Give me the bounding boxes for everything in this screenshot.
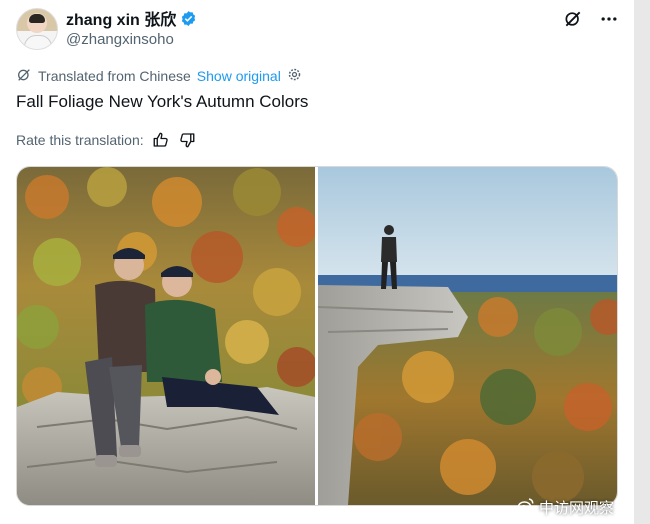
more-icon[interactable] (598, 8, 620, 30)
tweet-text: Fall Foliage New York's Autumn Colors (16, 92, 309, 111)
grok-icon[interactable] (562, 8, 584, 30)
author-name-row[interactable]: zhang xin 张欣 (66, 6, 197, 30)
tweet-card: zhang xin 张欣 @zhangxinsoho Translated fr… (0, 0, 634, 524)
watermark-text: 中访网观察 (538, 499, 614, 517)
author-display-name[interactable]: zhang xin 张欣 (66, 6, 176, 30)
avatar-body (24, 35, 52, 49)
avatar[interactable] (16, 8, 58, 50)
thumbs-up-icon[interactable] (152, 131, 170, 149)
watermark: 中访网观察 (517, 496, 614, 518)
settings-gear-icon[interactable] (287, 67, 302, 85)
author-handle[interactable]: @zhangxinsoho (66, 31, 174, 48)
verified-badge-icon (180, 10, 197, 27)
show-original-link[interactable]: Show original (197, 68, 281, 84)
thumbs-down-icon[interactable] (178, 131, 196, 149)
weibo-icon (517, 496, 535, 518)
rate-translation-label: Rate this translation: (16, 132, 144, 148)
rate-translation-row: Rate this translation: (16, 131, 196, 149)
translation-label: Translated from Chinese (38, 68, 191, 84)
photo-two-men-on-rock[interactable] (17, 167, 315, 505)
translate-icon (16, 67, 32, 86)
translation-row: Translated from Chinese Show original (16, 67, 302, 85)
photo-person-on-cliff[interactable] (318, 167, 617, 505)
header-actions (562, 8, 620, 30)
media-grid (16, 166, 618, 506)
avatar-hair (29, 14, 45, 23)
